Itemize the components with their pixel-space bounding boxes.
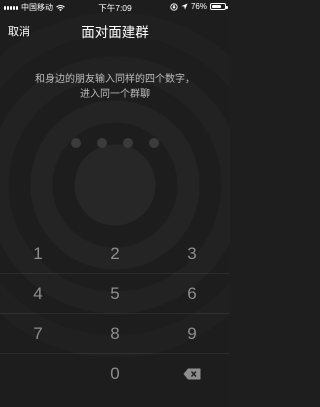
code-dots [0, 138, 230, 148]
instruction-line-2: 进入同一个群聊 [80, 89, 150, 100]
key-label: 7 [33, 324, 43, 343]
instruction-text: 和身边的朋友输入同样的四个数字， 进入同一个群聊 [10, 72, 220, 102]
page-title: 面对面建群 [81, 25, 149, 40]
key-label: 0 [110, 364, 120, 383]
battery-fill [212, 5, 222, 8]
delete-key[interactable] [154, 355, 230, 393]
battery-icon [210, 3, 228, 10]
code-dot [149, 138, 159, 148]
keypad-divider [0, 353, 230, 354]
key-9[interactable]: 9 [154, 315, 230, 353]
key-5[interactable]: 5 [77, 275, 153, 313]
key-label: 5 [110, 284, 120, 303]
key-label: 1 [33, 244, 43, 263]
key-label: 9 [187, 324, 197, 343]
status-bar: 中国移动 下午7:09 76% [0, 0, 230, 14]
code-dot [71, 138, 81, 148]
code-dot [123, 138, 133, 148]
key-7[interactable]: 7 [0, 315, 76, 353]
backspace-icon [183, 368, 201, 380]
instruction-line-1: 和身边的朋友输入同样的四个数字， [35, 74, 195, 85]
nav-bar: 取消 面对面建群 [0, 14, 230, 48]
key-2[interactable]: 2 [77, 235, 153, 273]
key-label: 4 [33, 284, 43, 303]
number-keypad: 1 2 3 4 5 6 7 8 9 0 [0, 234, 230, 407]
status-right: 76% [170, 2, 228, 11]
key-label: 3 [187, 244, 197, 263]
battery-percent: 76% [190, 2, 207, 11]
key-8[interactable]: 8 [77, 315, 153, 353]
key-label: 2 [110, 244, 120, 263]
code-dot [97, 138, 107, 148]
location-arrow-icon [181, 3, 188, 10]
key-4[interactable]: 4 [0, 275, 76, 313]
keypad-divider [0, 273, 230, 274]
key-0[interactable]: 0 [77, 355, 153, 393]
key-6[interactable]: 6 [154, 275, 230, 313]
key-label: 8 [110, 324, 120, 343]
key-label: 6 [187, 284, 197, 303]
key-3[interactable]: 3 [154, 235, 230, 273]
keypad-divider [0, 313, 230, 314]
orientation-lock-icon [170, 2, 178, 11]
key-1[interactable]: 1 [0, 235, 76, 273]
